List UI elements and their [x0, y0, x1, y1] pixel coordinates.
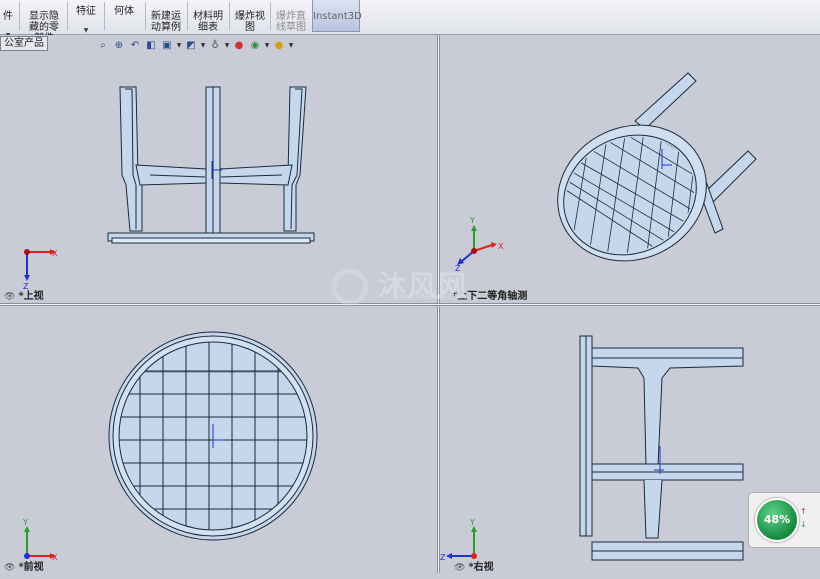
viewport-label-top: 👁 *上视 — [4, 291, 44, 302]
view-settings-icon[interactable]: ● — [272, 39, 286, 53]
edit-appearance-icon[interactable]: ● — [232, 39, 246, 53]
front-view-model: Y X — [22, 331, 318, 562]
svg-text:Y: Y — [22, 518, 28, 527]
chevron-down-icon[interactable]: ▼ — [176, 39, 182, 53]
section-view-icon[interactable]: ◧ — [144, 39, 158, 53]
zoom-area-icon[interactable]: ⊕ — [112, 39, 126, 53]
bom-label: 材料明 细表 — [193, 11, 223, 33]
watermark-url: www.mfcad.com — [392, 292, 467, 302]
show-hidden-components-button[interactable]: 显示隐 藏的零 部件 — [23, 0, 65, 44]
explode-sketch-label: 爆炸直 线草图 — [276, 11, 306, 33]
axis-triad: Y X — [22, 518, 58, 562]
geometry-button-label: 何体 — [114, 6, 134, 17]
eye-icon[interactable]: 👁 — [4, 563, 15, 573]
feature-tree-tab[interactable]: 公室产品 — [0, 36, 48, 51]
new-motion-study-button[interactable]: 新建运 动算例 — [147, 0, 185, 33]
instant3d-button[interactable]: Instant3D — [312, 0, 362, 32]
ribbon-separator — [19, 2, 20, 30]
feature-tree-tab-label: 公室产品 — [4, 38, 44, 49]
ribbon-separator — [229, 2, 230, 30]
apply-scene-icon[interactable]: ◉ — [248, 39, 262, 53]
previous-view-icon[interactable]: ↶ — [128, 39, 142, 53]
parts-button-label: 件 — [3, 11, 13, 22]
reference-geometry-button[interactable]: 何体 ▼ — [108, 0, 140, 42]
ribbon-separator — [187, 2, 188, 30]
axis-triad: Y Z — [440, 518, 477, 562]
svg-text:Z: Z — [440, 553, 446, 562]
ribbon-separator — [145, 2, 146, 30]
ribbon-separator — [67, 2, 68, 30]
bill-of-materials-button[interactable]: 材料明 细表 — [189, 0, 227, 33]
eye-icon[interactable]: 👁 — [4, 292, 15, 302]
feature-button-label: 特征 — [76, 6, 96, 17]
axis-triad: X Z — [23, 249, 58, 291]
svg-text:Y: Y — [469, 518, 475, 527]
chevron-down-icon: ▼ — [83, 27, 89, 34]
heads-up-view-toolbar: ⌕ ⊕ ↶ ◧ ▣ ▼ ◩ ▼ ♁ ▼ ● ◉ ▼ ● ▼ — [96, 39, 294, 55]
arrow-up-icon: ↑ — [800, 507, 807, 516]
display-style-icon[interactable]: ◩ — [184, 39, 198, 53]
viewport-front[interactable]: Y X 👁 *前视 — [0, 306, 437, 573]
command-manager-ribbon: 件 ▼ 显示隐 藏的零 部件 特征 ▼ 何体 ▼ 新建运 动算例 材料明 细表 … — [0, 0, 820, 44]
svg-text:X: X — [52, 553, 58, 562]
exploded-view-button[interactable]: 爆炸视 图 — [231, 0, 269, 33]
exploded-view-label: 爆炸视 图 — [235, 11, 265, 33]
feature-button[interactable]: 特征 ▼ — [70, 0, 102, 34]
progress-percent: 48% — [755, 498, 799, 542]
view-orientation-icon[interactable]: ▣ — [160, 39, 174, 53]
eye-icon[interactable]: 👁 — [454, 563, 465, 573]
new-motion-label: 新建运 动算例 — [151, 11, 181, 33]
explode-line-sketch-button[interactable]: 爆炸直 线草图 — [272, 0, 310, 33]
ribbon-separator — [104, 2, 105, 30]
chevron-down-icon[interactable]: ▼ — [288, 39, 294, 53]
svg-text:X: X — [52, 249, 58, 258]
svg-text:X: X — [498, 242, 504, 251]
progress-widget[interactable]: 48% ↑ ↓ — [748, 492, 820, 548]
chevron-down-icon[interactable]: ▼ — [200, 39, 206, 53]
ribbon-separator — [270, 2, 271, 30]
viewport-label-front: 👁 *前视 — [4, 562, 44, 573]
chevron-down-icon[interactable]: ▼ — [264, 39, 270, 53]
arrow-down-icon: ↓ — [800, 520, 807, 529]
instant3d-label: Instant3D — [313, 11, 362, 22]
zoom-to-fit-icon[interactable]: ⌕ — [96, 39, 110, 53]
viewport-label-right: 👁 *右视 — [454, 562, 494, 573]
hide-show-icon[interactable]: ♁ — [208, 39, 222, 53]
chevron-down-icon[interactable]: ▼ — [224, 39, 230, 53]
parts-button[interactable]: 件 ▼ — [0, 0, 16, 39]
svg-text:Y: Y — [469, 216, 475, 225]
